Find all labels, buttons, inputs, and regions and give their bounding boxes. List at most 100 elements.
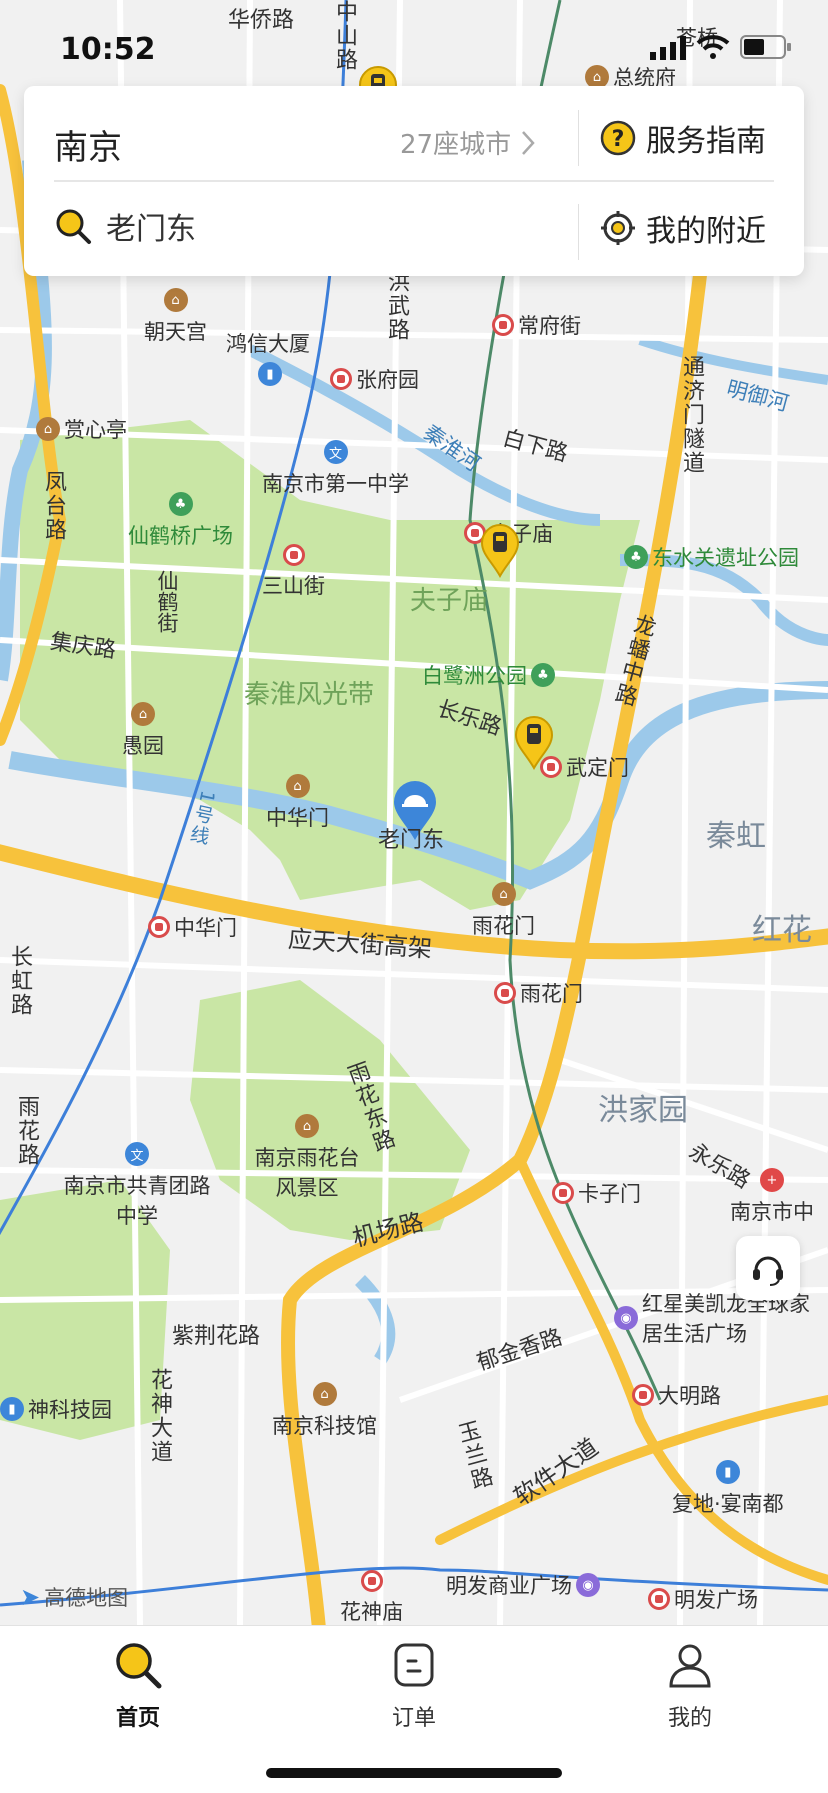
battery-icon [740, 35, 791, 59]
metro-station[interactable]: 中华门 [148, 912, 237, 942]
building-icon: ▮ [0, 1397, 24, 1421]
city-count: 27座城市 [400, 130, 512, 160]
landmark-icon: ⌂ [285, 774, 310, 798]
chevron-right-icon [522, 130, 535, 155]
selected-location-label: 老门东 [378, 828, 445, 853]
metro-icon [648, 1588, 670, 1610]
landmark-icon: ⌂ [295, 1114, 319, 1138]
park-icon: ♣ [168, 492, 193, 516]
metro-station[interactable]: 明发广场 [648, 1584, 758, 1614]
metro-station[interactable]: 三山街 [262, 544, 325, 600]
road-label: 洪武路 [384, 270, 409, 342]
help-icon: ? [600, 120, 636, 156]
parking-pin-icon[interactable] [514, 716, 554, 770]
metro-station[interactable]: 张府园 [330, 364, 419, 394]
order-icon [394, 1643, 434, 1687]
poi-marker[interactable]: ⌂ 赏心亭 [36, 414, 127, 444]
home-search-icon [116, 1643, 162, 1689]
landmark-icon: ⌂ [491, 882, 516, 906]
poi-marker[interactable]: 鸿信大厦 ▮ [226, 328, 310, 386]
map-attribution: ➤ 高德地图 [20, 1583, 129, 1611]
divider [578, 110, 579, 166]
service-guide-button[interactable]: ? 服务指南 [600, 116, 766, 160]
metro-icon [148, 916, 170, 938]
metro-icon [552, 1182, 574, 1204]
search-card: 南京 27座城市 ? 服务指南 老门东 我的附近 [24, 86, 804, 276]
metro-station[interactable]: 卡子门 [552, 1178, 641, 1208]
status-bar: 10:52 [0, 0, 828, 86]
poi-marker[interactable]: ♣ 东水关遗址公园 [624, 542, 799, 572]
divider [578, 204, 579, 260]
landmark-icon: ⌂ [163, 288, 188, 312]
road-label: 紫荆花路 [172, 1324, 261, 1349]
landmark-icon: ⌂ [131, 702, 155, 726]
nearby-button[interactable]: 我的附近 [600, 206, 766, 250]
poi-marker[interactable]: + 南京市中 [730, 1168, 814, 1226]
location-search-input[interactable]: 老门东 [54, 204, 196, 248]
profile-icon [669, 1644, 711, 1688]
poi-marker[interactable]: ⌂ 雨花门 [472, 882, 535, 940]
park-icon: ♣ [624, 545, 648, 569]
poi-marker[interactable]: ⌂ 朝天宫 [144, 288, 207, 346]
poi-marker[interactable]: ⌂ 中华门 [266, 774, 329, 832]
metro-station[interactable]: 大明路 [632, 1380, 721, 1410]
parking-pin-icon[interactable] [480, 524, 520, 578]
poi-marker[interactable]: ▮ 复地·宴南都 [672, 1460, 784, 1518]
customer-service-button[interactable] [736, 1236, 800, 1300]
road-label: 雨花路 [14, 1095, 39, 1167]
search-icon [56, 209, 91, 244]
poi-marker[interactable]: 文南京市第一中学 [262, 440, 409, 498]
poi-marker[interactable]: ⌂ 南京雨花台风景区 [252, 1114, 362, 1202]
poi-marker[interactable]: ♣ 白鹭洲公园 [422, 660, 555, 690]
poi-marker[interactable]: ▮ 神科技园 [0, 1394, 112, 1424]
landmark-icon: ⌂ [36, 417, 60, 441]
road-label: 通济门隧道 [679, 355, 704, 475]
tab-bar: 首页 订单 我的 [0, 1625, 828, 1793]
shopping-icon: ◉ [614, 1306, 638, 1330]
metro-icon [360, 1570, 383, 1592]
building-icon: ▮ [715, 1460, 740, 1484]
building-icon: ▮ [258, 362, 282, 386]
hospital-icon: + [760, 1168, 784, 1192]
area-label: 夫子庙 [410, 586, 489, 616]
metro-icon [492, 314, 514, 336]
district-label: 红花 [752, 913, 812, 948]
park-icon: ♣ [531, 663, 555, 687]
city-selector[interactable]: 27座城市 [400, 124, 535, 161]
city-name[interactable]: 南京 [54, 120, 122, 169]
road-label: 长虹路 [7, 945, 32, 1017]
poi-marker[interactable]: ♣ 仙鹤桥广场 [128, 492, 233, 550]
metro-icon [330, 368, 352, 390]
status-time: 10:52 [60, 32, 156, 67]
school-icon: 文 [125, 1142, 149, 1166]
amap-logo-icon: ➤ [20, 1583, 41, 1611]
school-icon: 文 [323, 440, 348, 464]
wifi-icon [696, 35, 730, 59]
tab-home[interactable]: 首页 [68, 1640, 208, 1732]
poi-marker[interactable]: ⌂ 愚园 [122, 702, 164, 760]
metro-icon [632, 1384, 654, 1406]
metro-station[interactable]: 花神庙 [340, 1570, 403, 1625]
road-label: 凤台路 [41, 470, 66, 542]
signal-icon [650, 36, 686, 60]
poi-marker[interactable]: ⌂ 南京科技馆 [272, 1382, 377, 1440]
poi-marker[interactable]: 明发商业广场 ◉ [446, 1570, 600, 1600]
home-indicator [266, 1768, 562, 1778]
road-label: 花神大道 [147, 1368, 172, 1464]
metro-icon [494, 982, 516, 1004]
headset-icon [753, 1256, 783, 1286]
landmark-icon: ⌂ [312, 1382, 337, 1406]
shopping-icon: ◉ [576, 1573, 600, 1597]
metro-icon [282, 544, 305, 566]
tab-profile[interactable]: 我的 [620, 1640, 760, 1732]
area-label: 秦淮风光带 [244, 680, 375, 710]
divider [54, 180, 774, 182]
tab-orders[interactable]: 订单 [344, 1640, 484, 1732]
district-label: 秦虹 [706, 819, 766, 854]
locate-icon [601, 211, 635, 245]
poi-marker[interactable]: 文南京市共青团路中学 [62, 1142, 212, 1230]
svg-text:?: ? [612, 127, 625, 152]
metro-station[interactable]: 雨花门 [494, 978, 583, 1008]
district-label: 洪家园 [598, 1093, 688, 1128]
metro-station[interactable]: 常府街 [492, 310, 581, 340]
